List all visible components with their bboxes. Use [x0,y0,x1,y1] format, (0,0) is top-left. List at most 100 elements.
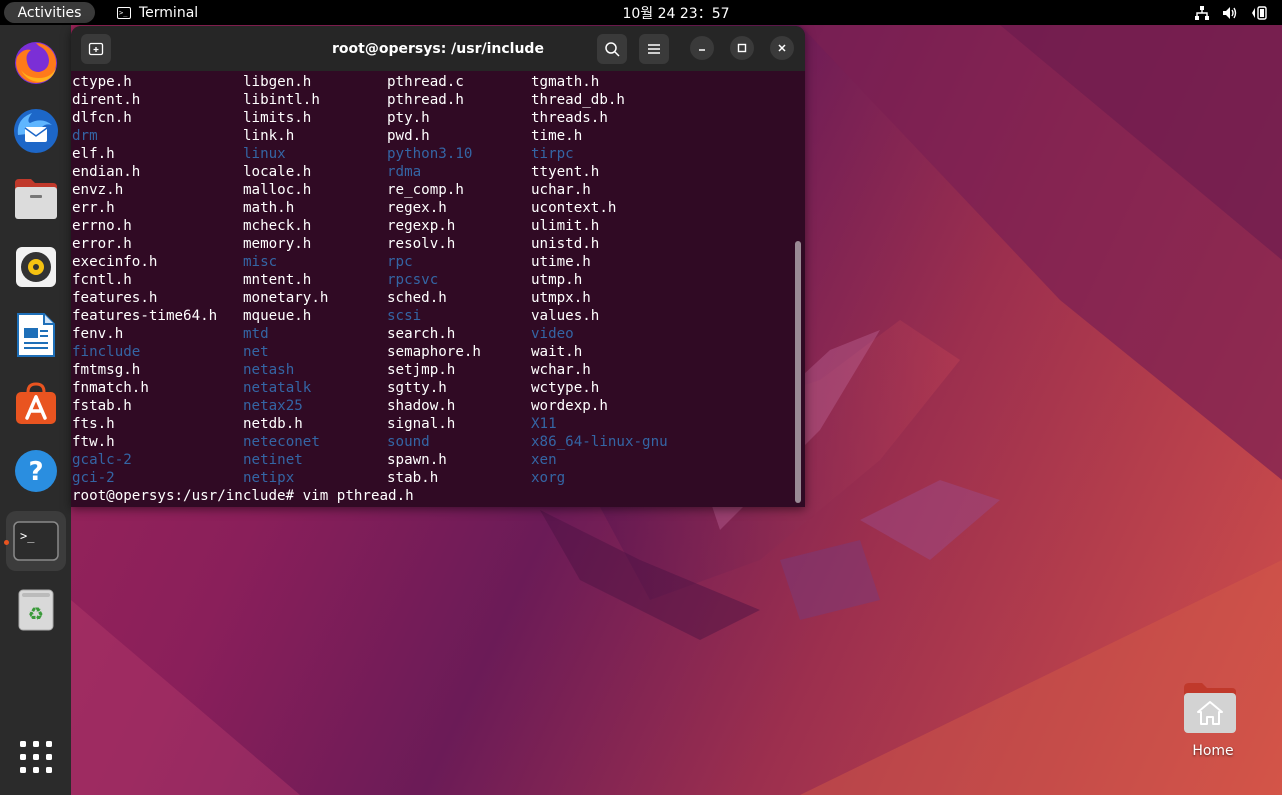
file-entry: limits.h [243,110,312,126]
close-button[interactable] [770,36,794,60]
dock: ? >_ ♻ [0,25,71,795]
thunderbird-icon [14,109,58,153]
directory-entry: python3.10 [387,146,473,162]
dock-item-trash[interactable]: ♻ [6,579,66,639]
directory-entry: rdma [387,164,422,180]
directory-entry: x86_64-linux-gnu [531,434,668,450]
directory-entry: scsi [387,308,422,324]
file-entry: envz.h [72,182,124,198]
volume-icon[interactable] [1222,6,1238,20]
listing-row: dirent.h libintl.h pthread.h thread_db.h [72,91,796,109]
shell-prompt: root@opersys:/usr/include# [72,488,303,504]
file-entry: sgtty.h [387,380,447,396]
listing-row: err.h math.h regex.h ucontext.h [72,199,796,217]
file-entry: mqueue.h [243,308,312,324]
directory-entry: netatalk [243,380,312,396]
file-entry: wchar.h [531,362,591,378]
dock-item-help[interactable]: ? [6,441,66,501]
menu-button[interactable] [639,34,669,64]
file-entry: libgen.h [243,74,312,90]
desktop[interactable]: Activities >_ Terminal 10월 24 23：57 ? >_… [0,0,1282,795]
prompt-line[interactable]: root@opersys:/usr/include# vim pthread.h [72,487,796,505]
listing-row: fenv.h mtd search.h video [72,325,796,343]
file-entry: pthread.h [387,92,464,108]
listing-row: fmtmsg.h netash setjmp.h wchar.h [72,361,796,379]
file-entry: tgmath.h [531,74,600,90]
file-entry: re_comp.h [387,182,464,198]
directory-entry: mtd [243,326,269,342]
file-entry: fts.h [72,416,115,432]
listing-row: endian.h locale.h rdma ttyent.h [72,163,796,181]
file-entry: regexp.h [387,218,456,234]
maximize-icon [737,43,747,53]
power-icon[interactable] [1250,5,1268,20]
terminal-window[interactable]: root@opersys: /usr/include ctype.h libgen… [71,26,805,507]
top-bar: Activities >_ Terminal 10월 24 23：57 [0,0,1282,25]
search-button[interactable] [597,34,627,64]
dock-item-terminal[interactable]: >_ [6,511,66,571]
minimize-icon [699,49,705,51]
network-icon[interactable] [1194,5,1210,20]
file-entry: fnmatch.h [72,380,149,396]
listing-row: fstab.h netax25 shadow.h wordexp.h [72,397,796,415]
file-entry: wait.h [531,344,583,360]
dock-item-files[interactable] [6,169,66,229]
file-entry: monetary.h [243,290,329,306]
file-entry: stab.h [387,470,439,486]
maximize-button[interactable] [730,36,754,60]
new-tab-button[interactable] [81,34,111,64]
dock-item-show-apps[interactable] [6,727,66,787]
file-entry: features.h [72,290,158,306]
file-entry: time.h [531,128,583,144]
listing-row: fnmatch.h netatalk sgtty.h wctype.h [72,379,796,397]
svg-text:?: ? [28,457,43,487]
directory-entry: sound [387,434,430,450]
directory-entry: xen [531,452,557,468]
file-entry: utmpx.h [531,290,591,306]
dock-item-thunderbird[interactable] [6,101,66,161]
file-entry: ulimit.h [531,218,600,234]
file-entry: search.h [387,326,456,342]
directory-entry: rpc [387,254,413,270]
file-entry: mntent.h [243,272,312,288]
file-entry: utmp.h [531,272,583,288]
hamburger-menu-icon [648,44,660,54]
window-titlebar[interactable]: root@opersys: /usr/include [71,26,805,71]
system-tray[interactable] [1194,0,1268,25]
directory-entry: neteconet [243,434,320,450]
file-entry: err.h [72,200,115,216]
terminal-scrollbar[interactable] [795,241,801,503]
file-entry: netdb.h [243,416,303,432]
dock-item-rhythmbox[interactable] [6,237,66,297]
svg-text:♻: ♻ [28,604,44,625]
listing-row: gci-2 netipx stab.h xorg [72,469,796,487]
dock-item-app-center[interactable] [6,373,66,433]
file-entry: endian.h [72,164,141,180]
help-icon: ? [15,450,57,492]
file-entry: math.h [243,200,295,216]
dock-item-firefox[interactable] [6,33,66,93]
terminal-output[interactable]: ctype.h libgen.h pthread.c tgmath.h dirent.h… [72,73,796,507]
file-entry: utime.h [531,254,591,270]
file-entry: ftw.h [72,434,115,450]
file-entry: elf.h [72,146,115,162]
file-entry: unistd.h [531,236,600,252]
listing-row: ftw.h neteconet sound x86_64-linux-gnu [72,433,796,451]
file-entry: sched.h [387,290,447,306]
file-entry: features-time64.h [72,308,218,324]
dock-item-libreoffice-writer[interactable] [6,305,66,365]
rhythmbox-icon [16,247,56,287]
shell-command: vim pthread.h [302,488,414,504]
listing-row: features.h monetary.h sched.h utmpx.h [72,289,796,307]
clock[interactable]: 10월 24 23：57 [0,0,1282,25]
directory-entry: X11 [531,416,557,432]
file-entry: spawn.h [387,452,447,468]
file-entry: fstab.h [72,398,132,414]
file-entry: mcheck.h [243,218,312,234]
minimize-button[interactable] [690,36,714,60]
files-icon [15,179,57,219]
directory-entry: linux [243,146,286,162]
file-entry: pty.h [387,110,430,126]
firefox-icon [15,42,57,84]
directory-entry: netinet [243,452,303,468]
